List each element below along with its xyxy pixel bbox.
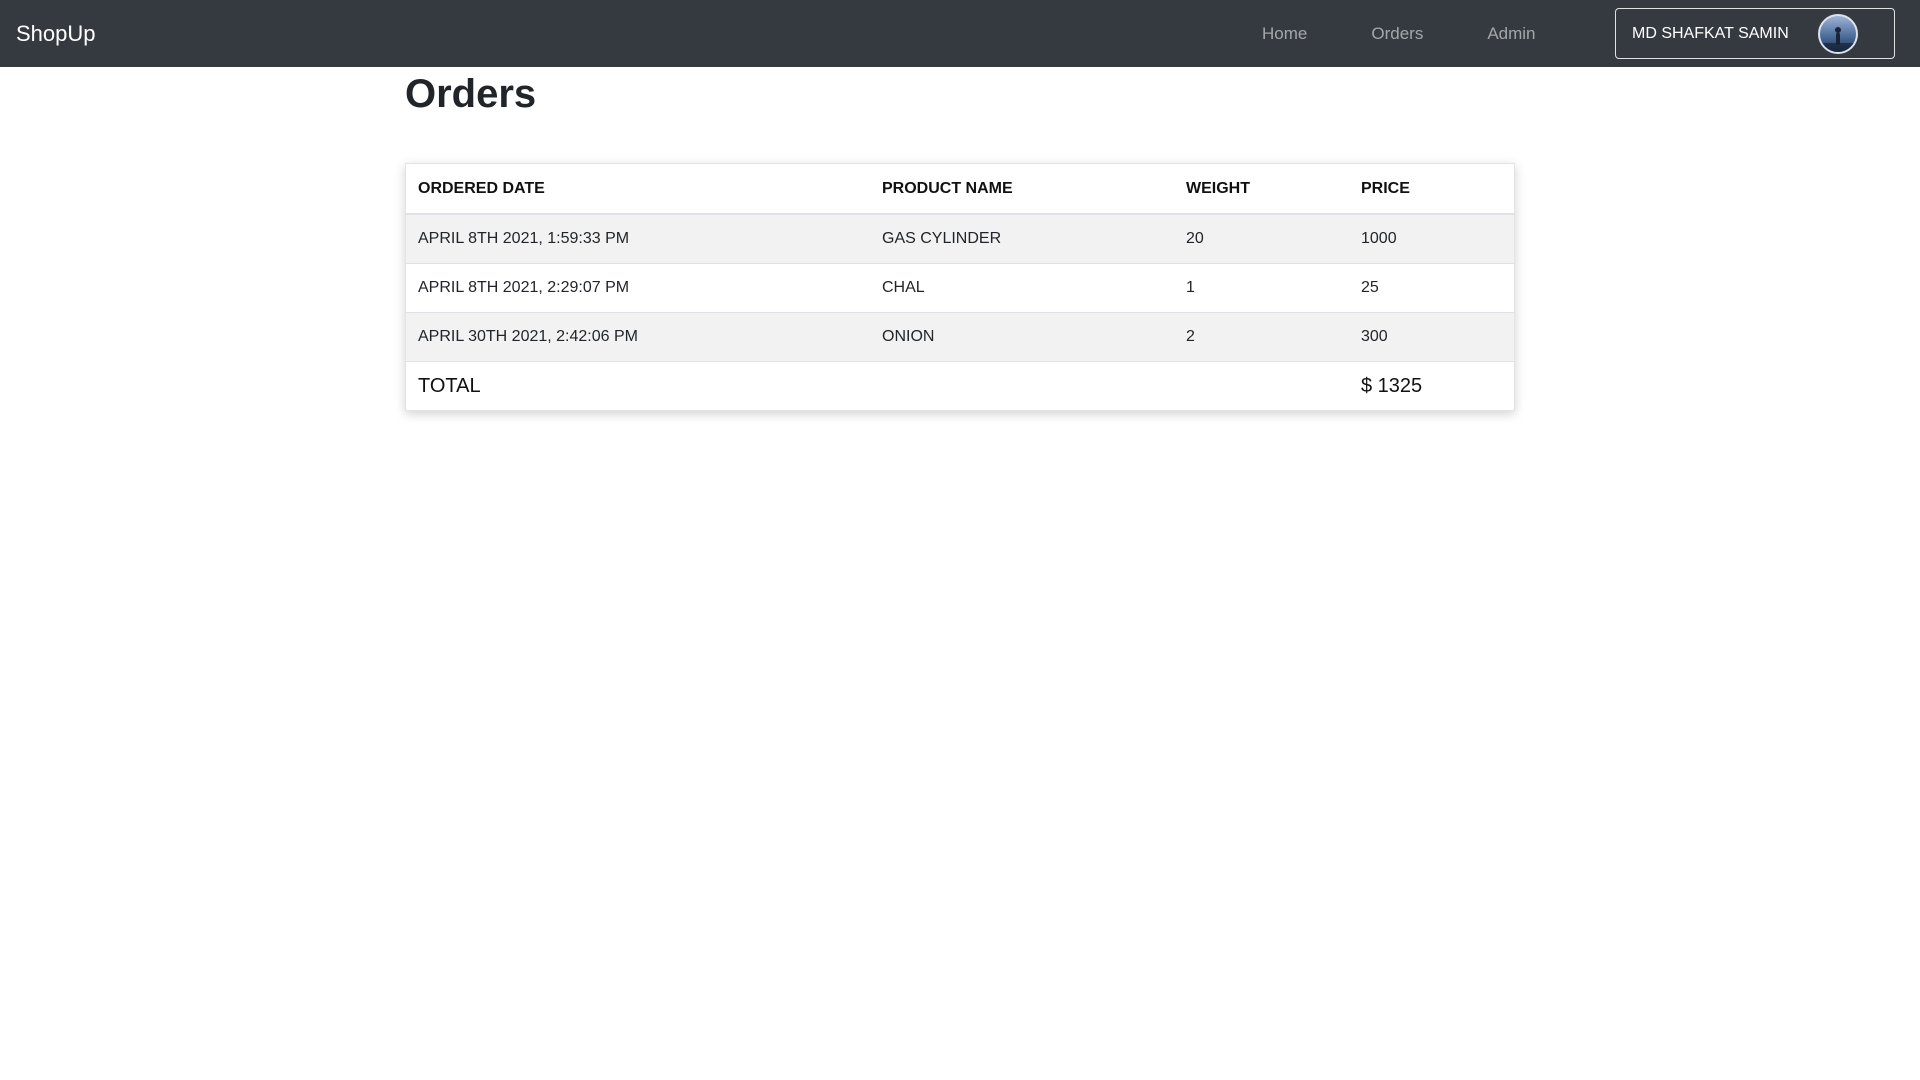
user-profile-button[interactable]: MD SHAFKAT SAMIN [1615, 8, 1895, 59]
cell-weight: 20 [1174, 213, 1349, 264]
avatar [1818, 14, 1858, 54]
cell-price: 25 [1349, 263, 1514, 313]
cell-product-name: GAS CYLINDER [870, 213, 1174, 264]
nav-links: Home Orders Admin [1262, 0, 1536, 67]
user-avatar-photo-icon [1820, 27, 1856, 52]
table-row: APRIL 8TH 2021, 2:29:07 PM CHAL 1 25 [406, 263, 1514, 313]
cell-price: 300 [1349, 312, 1514, 362]
total-empty-cell [1174, 361, 1349, 410]
nav-link-admin[interactable]: Admin [1487, 24, 1535, 44]
total-value: $ 1325 [1349, 361, 1514, 410]
total-empty-cell [870, 361, 1174, 410]
page-title: Orders [405, 72, 537, 116]
brand-logo-link[interactable]: ShopUp [16, 0, 96, 67]
table-row: APRIL 8TH 2021, 1:59:33 PM GAS CYLINDER … [406, 213, 1514, 264]
cell-ordered-date: APRIL 8TH 2021, 1:59:33 PM [406, 213, 870, 264]
cell-ordered-date: APRIL 8TH 2021, 2:29:07 PM [406, 263, 870, 313]
table-header-row: ORDERED DATE PRODUCT NAME WEIGHT PRICE [406, 164, 1514, 215]
orders-table: ORDERED DATE PRODUCT NAME WEIGHT PRICE A… [406, 164, 1514, 410]
column-header-weight: WEIGHT [1174, 164, 1349, 215]
cell-weight: 1 [1174, 263, 1349, 313]
table-row: APRIL 30TH 2021, 2:42:06 PM ONION 2 300 [406, 312, 1514, 362]
cell-product-name: CHAL [870, 263, 1174, 313]
column-header-product-name: PRODUCT NAME [870, 164, 1174, 215]
top-navbar: ShopUp Home Orders Admin MD SHAFKAT SAMI… [0, 0, 1920, 67]
nav-link-home[interactable]: Home [1262, 24, 1307, 44]
total-label: TOTAL [406, 361, 870, 410]
cell-product-name: ONION [870, 312, 1174, 362]
cell-ordered-date: APRIL 30TH 2021, 2:42:06 PM [406, 312, 870, 362]
column-header-price: PRICE [1349, 164, 1514, 215]
cell-price: 1000 [1349, 213, 1514, 264]
user-name: MD SHAFKAT SAMIN [1632, 24, 1789, 42]
column-header-ordered-date: ORDERED DATE [406, 164, 870, 215]
nav-link-orders[interactable]: Orders [1371, 24, 1423, 44]
orders-table-card: ORDERED DATE PRODUCT NAME WEIGHT PRICE A… [405, 163, 1515, 411]
cell-weight: 2 [1174, 312, 1349, 362]
total-row: TOTAL $ 1325 [406, 361, 1514, 410]
